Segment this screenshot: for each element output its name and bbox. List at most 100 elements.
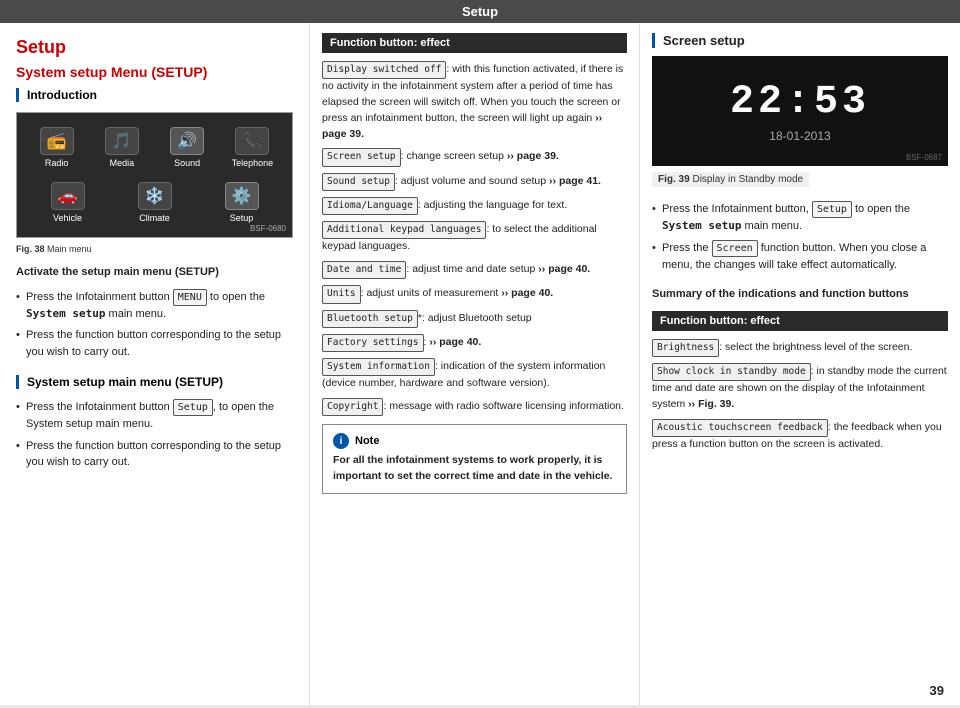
func-keypad-lang: Additional keypad languages: to select t… [322, 221, 627, 255]
climate-icon: ❄️ [138, 182, 172, 210]
summary-heading-text: Summary of the indications and function … [652, 288, 909, 300]
tag-clock-standby: Show clock in standby mode [652, 363, 811, 381]
func-clock-standby: Show clock in standby mode: in standby m… [652, 363, 948, 413]
fig38-number: Fig. 38 [16, 244, 45, 254]
bullet-setup-func: Press the function button corresponding … [16, 438, 293, 471]
menu-item-setup[interactable]: ⚙️ Setup [201, 178, 282, 227]
tag-system-info: System information [322, 358, 435, 376]
bullet-function: Press the function button corresponding … [16, 327, 293, 360]
fig39-caption-box: Fig. 39 Display in Standby mode [652, 172, 948, 195]
menu-climate-label: Climate [139, 213, 170, 223]
func-header-right: Function button: effect [652, 311, 948, 331]
func-brightness: Brightness: select the brightness level … [652, 339, 948, 357]
main-menu-grid: 📻 Radio 🎵 Media 🔊 Sound 📞 Telephone [16, 112, 293, 238]
fig38-text: Main menu [47, 244, 92, 254]
menu-item-climate[interactable]: ❄️ Climate [114, 178, 195, 227]
page-title: Setup [16, 37, 293, 58]
note-text: For all the infotainment systems to work… [333, 453, 616, 485]
tag-sound-setup: Sound setup [322, 173, 395, 191]
func-bluetooth: Bluetooth setup*: adjust Bluetooth setup [322, 310, 627, 328]
menu-setup-label: Setup [230, 213, 254, 223]
func-header-mid: Function button: effect [322, 33, 627, 53]
menu-sound-label: Sound [174, 158, 200, 168]
clock-display: 22:53 [730, 80, 870, 125]
right-bullet2: Press the Screen function button. When y… [652, 240, 948, 274]
fig39-number: Fig. 39 [658, 174, 690, 185]
system-setup-code: System setup [26, 307, 105, 320]
middle-column: Function button: effect Display switched… [310, 23, 640, 705]
activate-heading: Activate the setup main menu (SETUP) [16, 264, 293, 281]
system-setup-section: System setup main menu (SETUP) [16, 375, 293, 389]
sound-icon: 🔊 [170, 127, 204, 155]
menu-media-label: Media [110, 158, 135, 168]
func-screen-setup: Screen setup: change screen setup ›› pag… [322, 148, 627, 166]
left-column: Setup System setup Menu (SETUP) Introduc… [0, 23, 310, 705]
fig39-ref: ›› Fig. 39. [688, 398, 734, 410]
func-display-switched-off: Display switched off: with this function… [322, 61, 627, 142]
func-factory: Factory settings: ›› page 40. [322, 334, 627, 352]
fig39-label: Fig. 39 Display in Standby mode [652, 172, 809, 187]
tag-brightness: Brightness [652, 339, 719, 357]
intro-heading: Introduction [27, 88, 293, 102]
func-system-info: System information: indication of the sy… [322, 358, 627, 392]
tag-copyright: Copyright [322, 398, 383, 416]
bsf-label-1: BSF-0680 [250, 224, 286, 233]
note-box: i Note For all the infotainment systems … [322, 424, 627, 494]
system-setup-code-right: System setup [662, 219, 741, 232]
tag-screen-setup: Screen setup [322, 148, 401, 166]
system-setup-heading: System setup main menu (SETUP) [27, 375, 293, 389]
summary-heading: Summary of the indications and function … [652, 286, 948, 303]
tag-units: Units [322, 285, 361, 303]
tag-bluetooth: Bluetooth setup [322, 310, 418, 328]
tag-display-off: Display switched off [322, 61, 446, 79]
menu-telephone-label: Telephone [232, 158, 274, 168]
menu-vehicle-label: Vehicle [53, 213, 82, 223]
tag-language: Idioma/Language [322, 197, 418, 215]
page-ref-screen: ›› page 39. [507, 150, 559, 162]
note-label: Note [355, 435, 379, 447]
right-column: Screen setup 22:53 18-01-2013 BSF-0687 F… [640, 23, 960, 705]
page-number: 39 [930, 683, 944, 698]
page-ref-factory: ›› page 40. [429, 336, 481, 348]
note-header: i Note [333, 433, 616, 449]
page-ref-display: ›› page 39. [322, 112, 602, 140]
tag-keypad-lang: Additional keypad languages [322, 221, 486, 239]
tag-acoustic: Acoustic touchscreen feedback [652, 419, 828, 437]
fig39-desc: Display in Standby mode [692, 174, 803, 185]
screen-btn-right: Screen [712, 240, 758, 257]
setup-btn-right: Setup [812, 201, 852, 218]
screen-display: 22:53 18-01-2013 BSF-0687 [652, 56, 948, 166]
page-ref-sound: ›› page 41. [549, 175, 601, 187]
section-subtitle: System setup Menu (SETUP) [16, 64, 293, 80]
bsf-label-2: BSF-0687 [906, 153, 942, 162]
func-units: Units: adjust units of measurement ›› pa… [322, 285, 627, 303]
page-header: Setup [0, 0, 960, 23]
screen-setup-title: Screen setup [652, 33, 948, 48]
menu-row2: 🚗 Vehicle ❄️ Climate ⚙️ Setup [27, 178, 282, 227]
media-icon: 🎵 [105, 127, 139, 155]
telephone-icon: 📞 [235, 127, 269, 155]
menu-item-vehicle[interactable]: 🚗 Vehicle [27, 178, 108, 227]
bullet-menu: Press the Infotainment button MENU to op… [16, 289, 293, 323]
intro-section: Introduction [16, 88, 293, 102]
menu-item-sound[interactable]: 🔊 Sound [158, 123, 217, 172]
func-copyright: Copyright: message with radio software l… [322, 398, 627, 416]
func-date-time: Date and time: adjust time and date setu… [322, 261, 627, 279]
menu-item-radio[interactable]: 📻 Radio [27, 123, 86, 172]
menu-row1: 📻 Radio 🎵 Media 🔊 Sound 📞 Telephone [27, 123, 282, 172]
func-sound-setup: Sound setup: adjust volume and sound set… [322, 173, 627, 191]
menu-button-tag: MENU [173, 289, 207, 306]
radio-icon: 📻 [40, 127, 74, 155]
menu-item-telephone[interactable]: 📞 Telephone [223, 123, 282, 172]
menu-item-media[interactable]: 🎵 Media [92, 123, 151, 172]
bullet-setup-btn: Press the Infotainment button Setup, to … [16, 399, 293, 433]
header-title: Setup [462, 4, 498, 19]
fig38-caption: Fig. 38 Main menu [16, 244, 293, 254]
activate-heading-text: Activate the setup main menu (SETUP) [16, 266, 219, 278]
menu-radio-label: Radio [45, 158, 69, 168]
setup-icon: ⚙️ [225, 182, 259, 210]
date-display: 18-01-2013 [769, 129, 830, 143]
tag-factory: Factory settings [322, 334, 424, 352]
page-ref-date: ›› page 40. [538, 263, 590, 275]
func-language: Idioma/Language: adjusting the language … [322, 197, 627, 215]
